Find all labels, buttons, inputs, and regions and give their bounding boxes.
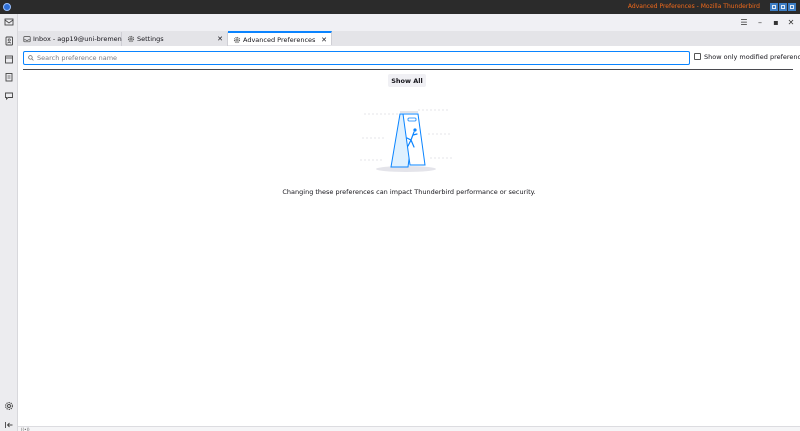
tab-settings[interactable]: Settings ✕ <box>122 32 228 46</box>
gear-icon <box>127 35 135 43</box>
hamburger-menu-icon[interactable]: ☰ <box>738 17 750 28</box>
tasks-icon[interactable] <box>4 72 14 82</box>
window-close-button[interactable] <box>788 3 796 11</box>
close-icon[interactable]: ✕ <box>785 17 797 28</box>
window-maximize-button[interactable] <box>779 3 787 11</box>
tab-label: Advanced Preferences <box>243 36 316 44</box>
address-book-icon[interactable] <box>4 36 14 46</box>
window-titlebar: Advanced Preferences - Mozilla Thunderbi… <box>0 0 800 14</box>
unified-toolbar: ☰ – ▪ ✕ <box>18 14 800 31</box>
maximize-icon[interactable]: ▪ <box>770 17 782 28</box>
close-icon[interactable]: ✕ <box>217 32 223 46</box>
mail-icon[interactable] <box>4 17 14 27</box>
minimize-icon[interactable]: – <box>754 17 766 28</box>
show-modified-checkbox[interactable]: Show only modified preferences <box>694 53 800 61</box>
warning-sign-illustration <box>360 109 452 172</box>
divider <box>23 69 793 70</box>
calendar-icon[interactable] <box>4 54 14 64</box>
gear-icon <box>233 36 241 44</box>
inbox-icon <box>23 36 31 43</box>
window-minimize-button[interactable] <box>770 3 778 11</box>
show-modified-label: Show only modified preferences <box>704 53 800 61</box>
activity-icon[interactable]: ((•)) <box>21 427 30 431</box>
about-config-page: Show only modified preferences Show All … <box>18 46 800 431</box>
tab-strip: Inbox - agp19@uni-bremen.de Settings ✕ A… <box>18 31 800 46</box>
gear-icon[interactable] <box>4 401 14 411</box>
chat-icon[interactable] <box>4 91 14 101</box>
show-all-button[interactable]: Show All <box>388 74 426 87</box>
tab-advanced-preferences[interactable]: Advanced Preferences ✕ <box>228 31 332 45</box>
collapse-sidebar-icon[interactable] <box>4 420 14 430</box>
spaces-toolbar <box>0 14 18 431</box>
warning-message: Changing these preferences can impact Th… <box>282 188 536 196</box>
status-bar: ((•)) <box>18 426 800 431</box>
search-field[interactable] <box>23 51 690 65</box>
tab-inbox[interactable]: Inbox - agp19@uni-bremen.de <box>18 32 132 46</box>
search-icon <box>28 55 34 61</box>
search-input[interactable] <box>37 53 677 63</box>
close-icon[interactable]: ✕ <box>321 33 327 47</box>
thunderbird-logo-icon <box>3 3 11 11</box>
checkbox-box[interactable] <box>694 53 701 60</box>
tab-label: Inbox - agp19@uni-bremen.de <box>33 35 132 43</box>
window-title: Advanced Preferences - Mozilla Thunderbi… <box>627 3 760 10</box>
tab-label: Settings <box>137 35 164 43</box>
